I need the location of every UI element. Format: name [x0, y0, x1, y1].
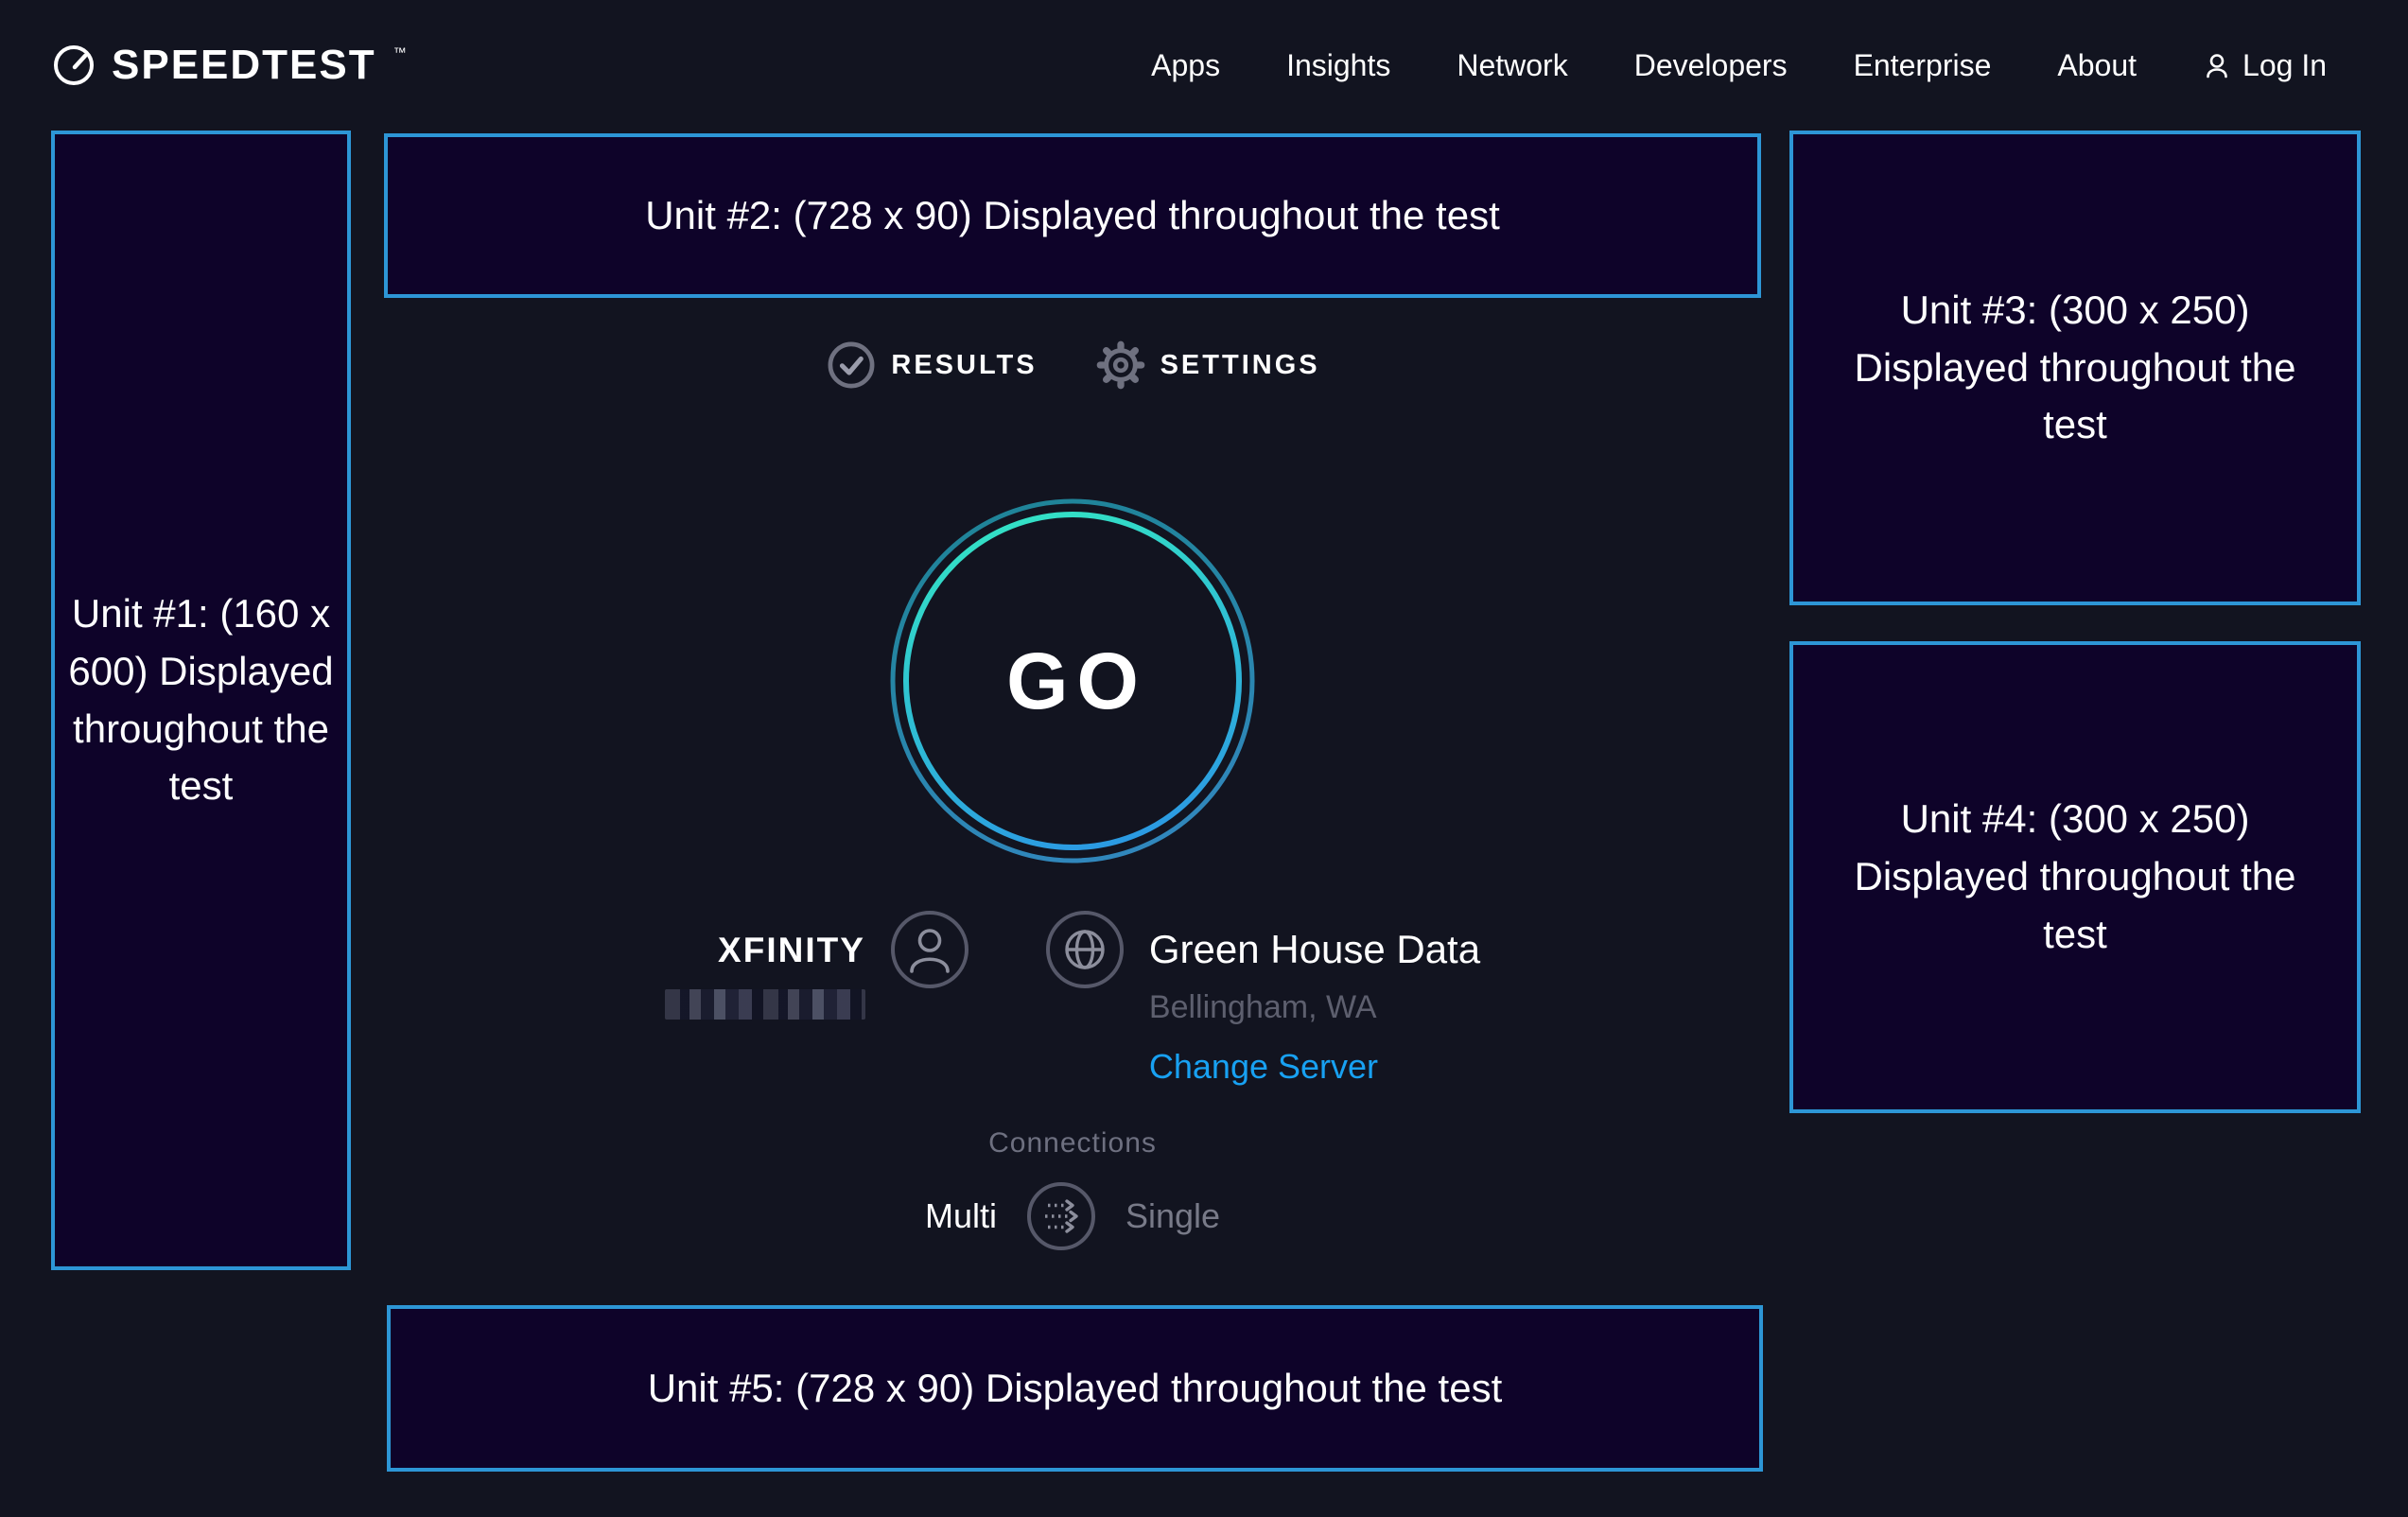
- server-block: Green House Data Bellingham, WA Change S…: [1045, 906, 1480, 1087]
- connections-toggle-row: Multi Single: [925, 1180, 1220, 1252]
- change-server-link[interactable]: Change Server: [1149, 1047, 1378, 1087]
- connections-label: Connections: [988, 1127, 1157, 1160]
- provider-info: XFINITY: [665, 906, 865, 1020]
- speedtest-page: SPEEDTEST ™ Apps Insights Network Develo…: [0, 0, 2408, 1517]
- connections-single-option[interactable]: Single: [1125, 1196, 1220, 1236]
- tab-settings-label: SETTINGS: [1160, 350, 1320, 381]
- ad-unit-5-text: Unit #5: (728 x 90) Displayed throughout…: [648, 1360, 1503, 1418]
- connections-multi-option[interactable]: Multi: [925, 1196, 997, 1236]
- server-name: Green House Data: [1149, 927, 1480, 972]
- header: SPEEDTEST ™ Apps Insights Network Develo…: [0, 0, 2408, 131]
- tab-results-label: RESULTS: [891, 350, 1037, 381]
- speedtest-logo[interactable]: SPEEDTEST ™: [51, 42, 405, 89]
- ad-unit-5[interactable]: Unit #5: (728 x 90) Displayed throughout…: [387, 1305, 1763, 1472]
- check-circle-icon: [825, 339, 878, 392]
- logo-trademark: ™: [393, 44, 407, 60]
- nav-apps[interactable]: Apps: [1151, 48, 1220, 83]
- go-label: GO: [889, 497, 1256, 864]
- login-button[interactable]: Log In: [2203, 48, 2327, 83]
- ad-unit-4-text: Unit #4: (300 x 250) Displayed throughou…: [1822, 791, 2329, 964]
- server-location: Bellingham, WA: [1149, 989, 1377, 1026]
- server-info: Green House Data Bellingham, WA Change S…: [1149, 906, 1480, 1087]
- user-icon: [2203, 51, 2231, 79]
- multi-connections-icon[interactable]: [1025, 1180, 1097, 1252]
- test-meta-row: XFINITY Green House Data Bellingham, WA …: [384, 906, 1761, 1087]
- ad-unit-4[interactable]: Unit #4: (300 x 250) Displayed throughou…: [1789, 641, 2361, 1113]
- nav-about[interactable]: About: [2057, 48, 2137, 83]
- nav-enterprise[interactable]: Enterprise: [1854, 48, 1992, 83]
- nav-insights[interactable]: Insights: [1286, 48, 1390, 83]
- main-nav: Apps Insights Network Developers Enterpr…: [1151, 48, 2327, 83]
- nav-network[interactable]: Network: [1457, 48, 1567, 83]
- go-button[interactable]: GO: [889, 497, 1256, 864]
- speedometer-icon: [51, 43, 96, 88]
- provider-name: XFINITY: [718, 931, 865, 970]
- ad-unit-1-text: Unit #1: (160 x 600) Displayed throughou…: [61, 585, 341, 816]
- ad-unit-3-text: Unit #3: (300 x 250) Displayed throughou…: [1822, 282, 2329, 455]
- nav-developers[interactable]: Developers: [1634, 48, 1788, 83]
- ad-unit-1[interactable]: Unit #1: (160 x 600) Displayed throughou…: [51, 131, 351, 1270]
- gear-icon: [1094, 339, 1147, 392]
- login-label: Log In: [2242, 48, 2327, 83]
- ip-address-redacted: [665, 989, 865, 1020]
- avatar-icon: [890, 910, 969, 989]
- ad-unit-2[interactable]: Unit #2: (728 x 90) Displayed throughout…: [384, 133, 1761, 298]
- tab-results[interactable]: RESULTS: [825, 339, 1037, 392]
- connections-block: Connections Multi Single: [384, 1127, 1761, 1252]
- logo-text: SPEEDTEST: [112, 42, 376, 89]
- ad-unit-3[interactable]: Unit #3: (300 x 250) Displayed throughou…: [1789, 131, 2361, 605]
- ad-unit-2-text: Unit #2: (728 x 90) Displayed throughout…: [645, 187, 1500, 245]
- globe-icon: [1045, 910, 1125, 989]
- view-tabs: RESULTS: [384, 339, 1761, 392]
- provider-block: XFINITY: [665, 906, 969, 1020]
- tab-settings[interactable]: SETTINGS: [1094, 339, 1320, 392]
